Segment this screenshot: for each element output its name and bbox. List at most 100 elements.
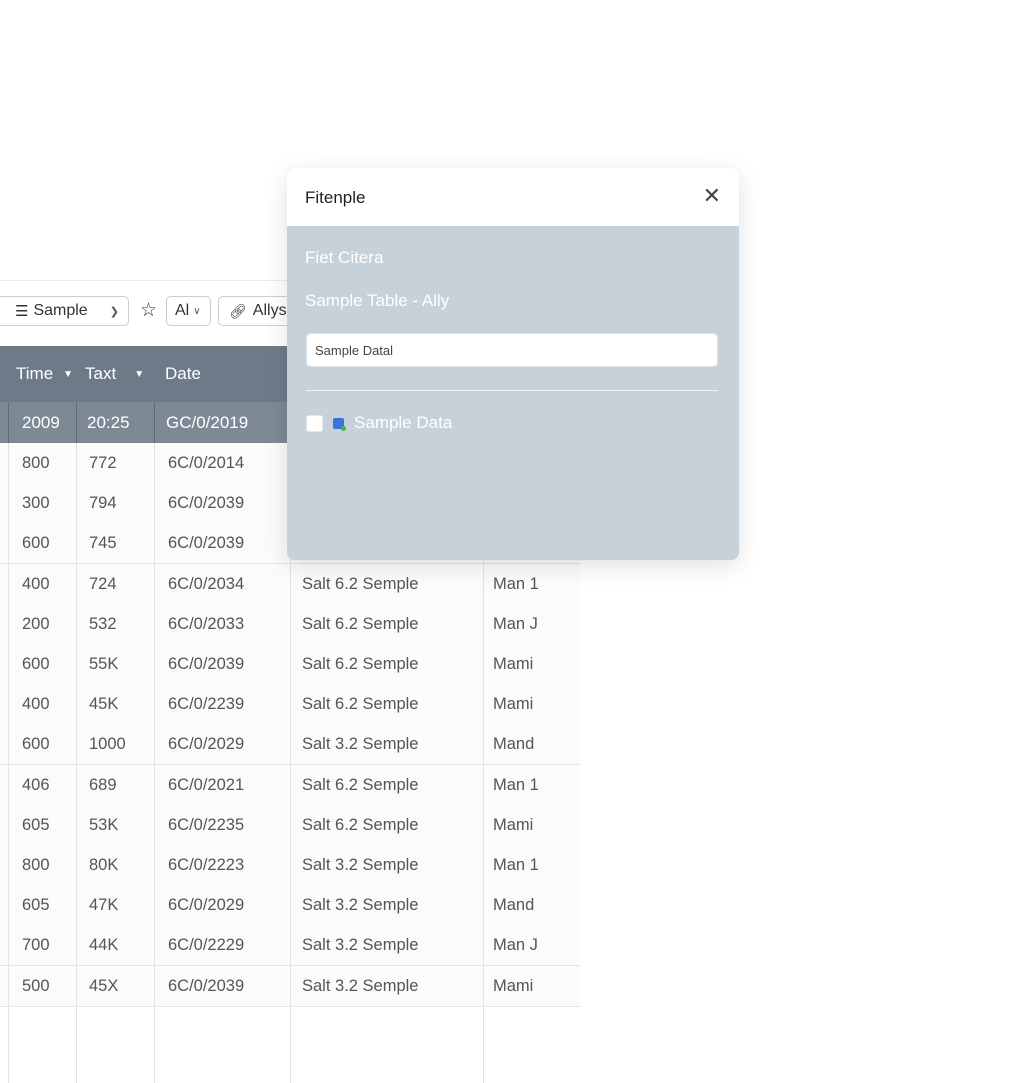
sample-dropdown-label: Sample: [33, 302, 88, 319]
table-cell: 6C/0/2223: [168, 856, 245, 874]
table-cell: 600: [22, 655, 50, 673]
column-header-label: Date: [165, 364, 201, 383]
table-name-label: Sample Table - Ally: [305, 291, 450, 310]
table-cell: 45K: [89, 695, 119, 714]
star-icon[interactable]: ☆: [140, 299, 157, 322]
table-cell: 6C/0/2034: [168, 574, 245, 593]
table-cell: 532: [89, 614, 117, 633]
table-cell: 400: [22, 574, 50, 593]
table-cell: 6C/0/2039: [168, 494, 245, 513]
table-cell: 44K: [89, 936, 119, 955]
table-cell: 300: [22, 494, 50, 513]
table-cell: 6C/0/2239: [168, 695, 245, 714]
all-dropdown[interactable]: Al ∨: [166, 296, 211, 326]
table-cell: Man 1: [493, 775, 539, 794]
option-checkbox[interactable]: [306, 414, 323, 432]
table-cell: 6C/0/2021: [168, 775, 245, 794]
table-cell: Mami: [493, 655, 534, 673]
table-cell: 55K: [89, 655, 119, 673]
caret-down-icon[interactable]: ▼: [63, 369, 73, 380]
table-cell: 1000: [89, 735, 126, 754]
column-header-taxt[interactable]: Taxt ▼: [85, 364, 144, 384]
table-cell: 47K: [89, 896, 119, 915]
table-cell: 45X: [89, 976, 119, 995]
table-cell: Salt 3.2 Semple: [302, 936, 419, 955]
column-divider: [154, 402, 155, 443]
divider: [306, 390, 718, 391]
table-cell: 6C/0/2029: [168, 735, 245, 754]
table-cell: Mand: [493, 735, 535, 754]
column-header-label: Taxt: [85, 364, 117, 383]
table-cell: Salt 6.2 Semple: [302, 775, 419, 794]
table-cell: 6C/0/2039: [168, 655, 245, 673]
close-icon[interactable]: ✕: [703, 183, 721, 209]
dialog-title: Fitenple: [305, 188, 366, 207]
selected-table-row[interactable]: 2009 20:25 GC/0/2019: [0, 402, 290, 443]
table-cell: Man 1: [493, 574, 539, 593]
table-cell: Mami: [493, 976, 534, 995]
table-cell: 400: [22, 695, 50, 714]
table-cell: 6C/0/2235: [168, 815, 245, 834]
table-cell: 53K: [89, 815, 119, 834]
table-cell: 800: [22, 454, 50, 472]
table-cell: 600: [22, 735, 50, 754]
table-cell: 794: [89, 494, 117, 513]
table-cell: 200: [22, 614, 50, 633]
table-cell: 605: [22, 815, 50, 834]
column-header-date[interactable]: Date: [165, 364, 201, 384]
ally-button-label: Allys: [252, 302, 287, 319]
column-header-time[interactable]: Time ▼: [16, 364, 73, 384]
column-divider: [154, 443, 155, 1083]
column-divider: [8, 443, 9, 1083]
table-cell: 700: [22, 936, 50, 955]
table-cell: 689: [89, 775, 117, 794]
chevron-down-icon: ∨: [193, 305, 201, 317]
table-cell: Salt 3.2 Semple: [302, 735, 419, 754]
table-cell: Mami: [493, 695, 534, 714]
column-header-label: Time: [16, 364, 54, 383]
all-dropdown-label: Al: [175, 302, 190, 319]
table-cell: GC/0/2019: [166, 413, 249, 432]
table-cell: Salt 6.2 Semple: [302, 815, 419, 834]
column-divider: [76, 402, 77, 443]
table-cell: 6C/0/2014: [168, 454, 245, 472]
table-cell: 20:25: [87, 413, 130, 432]
table-cell: 605: [22, 896, 50, 915]
chevron-down-icon: ❯: [109, 305, 119, 318]
database-icon: [333, 417, 346, 431]
table-cell: Man J: [493, 614, 538, 633]
menu-icon: ☰: [15, 303, 29, 320]
table-cell: Salt 3.2 Semple: [302, 976, 419, 995]
table-cell: 80K: [89, 856, 119, 874]
filter-option[interactable]: Sample Data: [306, 413, 452, 433]
table-cell: 6C/0/2033: [168, 614, 245, 633]
table-cell: 2009: [22, 413, 60, 432]
filter-criteria-label: Fiet Citera: [305, 248, 384, 267]
column-divider: [8, 402, 9, 443]
table-cell: Salt 6.2 Semple: [302, 695, 419, 714]
table-cell: 724: [89, 574, 117, 593]
table-cell: Mand: [493, 896, 535, 915]
table-cell: 772: [89, 454, 117, 472]
table-cell: 406: [22, 775, 50, 794]
table-cell: Salt 6.2 Semple: [302, 574, 419, 593]
caret-down-icon[interactable]: ▼: [134, 369, 144, 380]
table-cell: 6C/0/2029: [168, 896, 245, 915]
column-divider: [76, 443, 77, 1083]
link-icon: 🔗︎: [229, 302, 247, 319]
search-input[interactable]: [306, 333, 718, 367]
table-cell: 500: [22, 976, 50, 995]
table-cell: Salt 6.2 Semple: [302, 614, 419, 633]
table-cell: Salt 3.2 Semple: [302, 896, 419, 915]
table-cell: 745: [89, 534, 117, 553]
option-label: Sample Data: [354, 413, 453, 432]
table-cell: 6C/0/2039: [168, 534, 245, 553]
table-cell: Man 1: [493, 856, 539, 874]
table-cell: 600: [22, 534, 50, 553]
table-cell: Man J: [493, 936, 538, 955]
sample-dropdown[interactable]: ☰ Sample ❯: [0, 296, 129, 326]
table-header: Time ▼ Taxt ▼ Date: [0, 346, 290, 402]
table-cell: 6C/0/2229: [168, 936, 245, 955]
table-cell: Salt 3.2 Semple: [302, 856, 419, 874]
table-cell: 800: [22, 856, 50, 874]
